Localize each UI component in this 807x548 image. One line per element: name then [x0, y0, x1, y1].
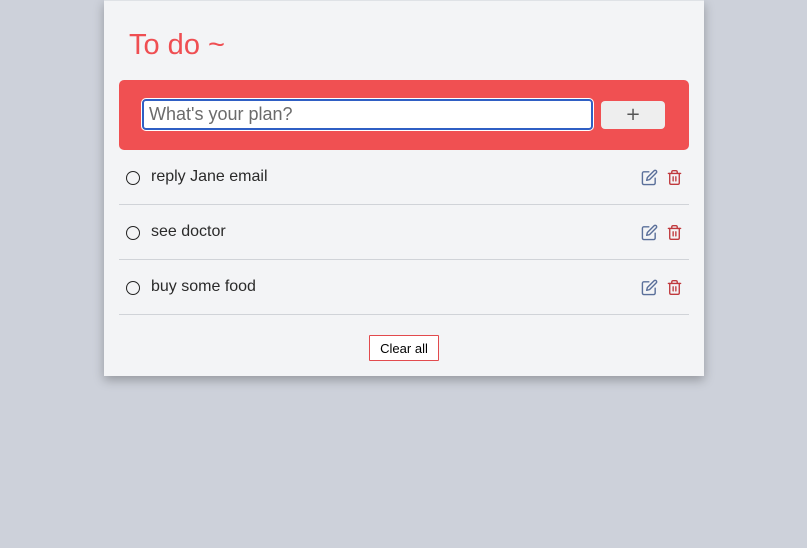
todo-card: To do ~ + reply Jane email see doctor [104, 0, 704, 376]
trash-icon[interactable] [667, 224, 682, 241]
trash-icon[interactable] [667, 279, 682, 296]
edit-icon[interactable] [641, 169, 658, 186]
clear-all-button[interactable]: Clear all [369, 335, 439, 361]
input-bar: + [119, 80, 689, 150]
checkbox-circle-icon[interactable] [126, 226, 140, 240]
todo-item: reply Jane email [119, 150, 689, 205]
todo-item-text: reply Jane email [151, 168, 268, 185]
checkbox-circle-icon[interactable] [126, 281, 140, 295]
todo-item: buy some food [119, 260, 689, 315]
checkbox-circle-icon[interactable] [126, 171, 140, 185]
edit-icon[interactable] [641, 224, 658, 241]
todo-item: see doctor [119, 205, 689, 260]
todo-item-text: buy some food [151, 278, 256, 295]
add-button[interactable]: + [601, 101, 665, 129]
app-title: To do ~ [129, 29, 225, 61]
plan-input[interactable] [141, 98, 594, 131]
trash-icon[interactable] [667, 169, 682, 186]
todo-item-text: see doctor [151, 223, 226, 240]
edit-icon[interactable] [641, 279, 658, 296]
todo-list: reply Jane email see doctor buy some foo… [119, 150, 689, 315]
